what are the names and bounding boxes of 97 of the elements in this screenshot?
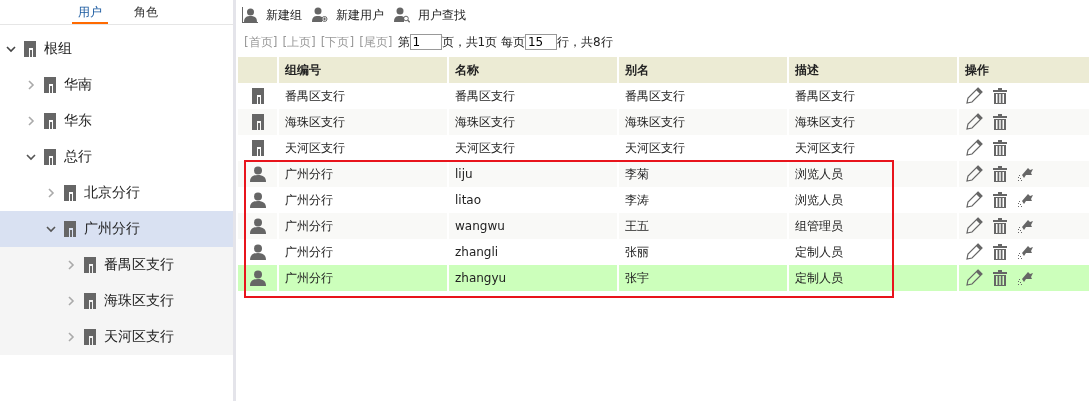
table-cell: 海珠区支行 [617,109,787,135]
pencil-icon[interactable] [965,165,983,183]
group-icon [44,149,56,165]
pencil-icon[interactable] [965,191,983,209]
user-search-icon [394,7,410,23]
tree-node[interactable]: 广州分行 [0,211,233,247]
header-cell: 组编号 [277,57,447,83]
table-cell: 广州分行 [277,161,447,187]
table-cell: wangwu [447,213,617,239]
group-icon [44,77,56,93]
user-icon [249,192,266,208]
tree-node[interactable]: 总行 [0,139,233,175]
tree-node[interactable]: 华东 [0,103,233,139]
group-icon [64,185,76,201]
trash-icon[interactable] [993,218,1007,234]
tree-label: 华东 [64,112,92,130]
table-cell: 浏览人员 [787,161,957,187]
pager-text: 第 [397,33,410,51]
group-icon [84,293,96,309]
table-cell: 张宇 [617,265,787,291]
tree-node[interactable]: 番禺区支行 [0,247,233,283]
table-cell: zhangyu [447,265,617,291]
tree-node[interactable]: 根组 [0,31,233,67]
trash-icon[interactable] [993,244,1007,260]
table-cell: liju [447,161,617,187]
table-cell: 王五 [617,213,787,239]
tree-node[interactable]: 海珠区支行 [0,283,233,319]
table-cell: 海珠区支行 [447,109,617,135]
pencil-icon[interactable] [965,139,983,157]
trash-icon[interactable] [993,88,1007,104]
header-cell: 名称 [447,57,617,83]
group-icon [84,257,96,273]
chevron-icon[interactable] [46,224,56,234]
table-cell: 定制人员 [787,265,957,291]
pencil-icon[interactable] [965,113,983,131]
pin-icon[interactable] [1017,166,1033,182]
toolbar-button[interactable]: 用户查找 [394,6,466,24]
trash-icon[interactable] [993,114,1007,130]
user-icon [249,166,266,182]
table-cell: 广州分行 [277,265,447,291]
tree-label: 天河区支行 [104,328,174,346]
tree-label: 番禺区支行 [104,256,174,274]
header-cell: 描述 [787,57,957,83]
chevron-icon[interactable] [6,44,16,54]
pencil-icon[interactable] [965,87,983,105]
user-frame-icon [242,7,258,23]
pencil-icon[interactable] [965,269,983,287]
table-row[interactable]: 海珠区支行 海珠区支行 海珠区支行 海珠区支行 [238,109,1089,135]
table-cell: 海珠区支行 [277,109,447,135]
table-row[interactable]: 广州分行 wangwu 王五 组管理员 [238,213,1089,239]
sidebar-tab[interactable]: 用户 [72,0,108,24]
user-icon [249,244,266,260]
pager-text: 行，共8行 [556,33,613,51]
group-icon [251,114,264,130]
table-row[interactable]: 广州分行 zhangyu 张宇 定制人员 [238,265,1089,291]
tree-label: 华南 [64,76,92,94]
page-input[interactable]: 1 [409,34,442,50]
table-row[interactable]: 广州分行 liju 李菊 浏览人员 [238,161,1089,187]
group-icon [64,221,76,237]
pin-icon[interactable] [1017,244,1033,260]
group-icon [251,88,264,104]
table-cell: 广州分行 [277,213,447,239]
tree-label: 海珠区支行 [104,292,174,310]
toolbar-button[interactable]: 新建用户 [312,6,384,24]
chevron-icon[interactable] [26,152,36,162]
tree-label: 广州分行 [84,220,140,238]
trash-icon[interactable] [993,140,1007,156]
user-add-icon [312,7,328,23]
tree-label: 总行 [64,148,92,166]
group-icon [44,113,56,129]
group-icon [251,140,264,156]
pin-icon[interactable] [1017,192,1033,208]
pencil-icon[interactable] [965,217,983,235]
tree-label: 北京分行 [84,184,140,202]
group-icon [24,41,36,57]
tree-label: 根组 [44,40,72,58]
user-icon [249,270,266,286]
user-icon [249,218,266,234]
tree-node[interactable]: 天河区支行 [0,319,233,355]
header-cell: 别名 [617,57,787,83]
table-cell: 组管理员 [787,213,957,239]
trash-icon[interactable] [993,270,1007,286]
sidebar-tab[interactable]: 角色 [128,0,164,24]
header-cell: 操作 [957,57,1089,83]
trash-icon[interactable] [993,192,1007,208]
pager-text: 页，共1页 每页 [441,33,525,51]
tree-node[interactable]: 华南 [0,67,233,103]
tree-node[interactable]: 北京分行 [0,175,233,211]
toolbar-button[interactable]: 新建组 [242,6,302,24]
group-icon [84,329,96,345]
table-cell: 海珠区支行 [787,109,957,135]
pin-icon[interactable] [1017,270,1033,286]
trash-icon[interactable] [993,166,1007,182]
pin-icon[interactable] [1017,218,1033,234]
table-cell: 李菊 [617,161,787,187]
pencil-icon[interactable] [965,243,983,261]
per-page-input[interactable]: 15 [524,34,557,50]
